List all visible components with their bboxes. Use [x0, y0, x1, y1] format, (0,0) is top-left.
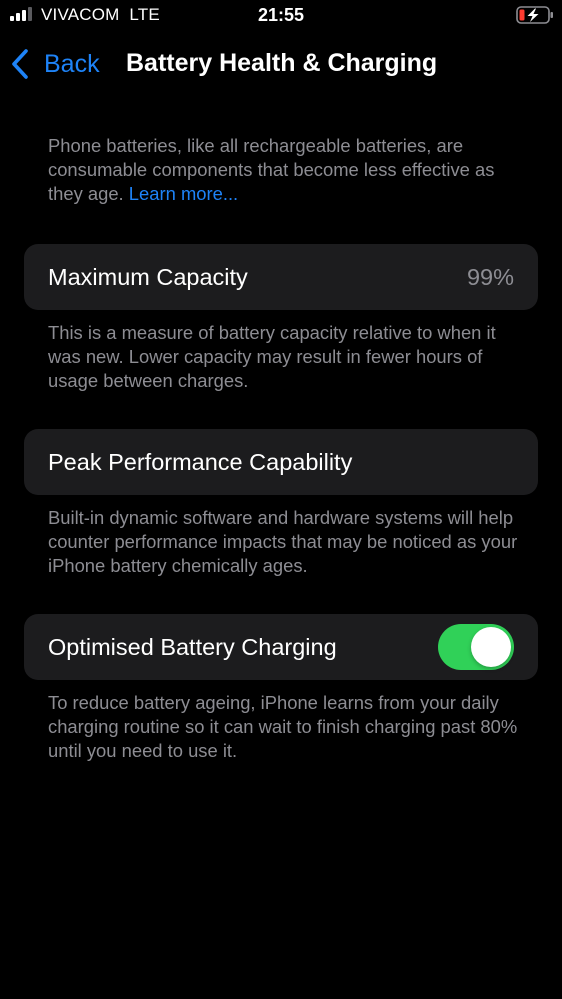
maximum-capacity-value: 99% [466, 264, 514, 290]
learn-more-link[interactable]: Learn more... [129, 183, 238, 204]
maximum-capacity-row: Maximum Capacity 99% [24, 244, 538, 310]
back-label: Back [44, 50, 100, 78]
chevron-left-icon [12, 49, 28, 79]
toggle-knob [471, 627, 511, 667]
maximum-capacity-label: Maximum Capacity [48, 264, 248, 290]
optimised-charging-label: Optimised Battery Charging [48, 634, 337, 660]
maximum-capacity-description: This is a measure of battery capacity re… [48, 322, 496, 391]
status-time: 21:55 [257, 5, 305, 25]
peak-performance-description: Built-in dynamic software and hardware s… [48, 507, 518, 576]
navigation-bar: Back Battery Health & Charging [0, 36, 562, 92]
peak-performance-label: Peak Performance Capability [48, 449, 353, 475]
optimised-charging-toggle[interactable] [438, 624, 514, 670]
status-bar: VIVACOM LTE 21:55 [0, 0, 562, 30]
back-button[interactable]: Back [10, 46, 100, 82]
peak-performance-row[interactable]: Peak Performance Capability [24, 429, 538, 495]
battery-charging-icon [516, 6, 553, 24]
optimised-charging-description: To reduce battery ageing, iPhone learns … [48, 692, 518, 761]
optimised-charging-row: Optimised Battery Charging [24, 614, 538, 680]
intro-description: Phone batteries, like all rechargeable b… [48, 134, 528, 206]
page-title: Battery Health & Charging [126, 49, 438, 77]
intro-text: Phone batteries, like all rechargeable b… [48, 135, 495, 204]
